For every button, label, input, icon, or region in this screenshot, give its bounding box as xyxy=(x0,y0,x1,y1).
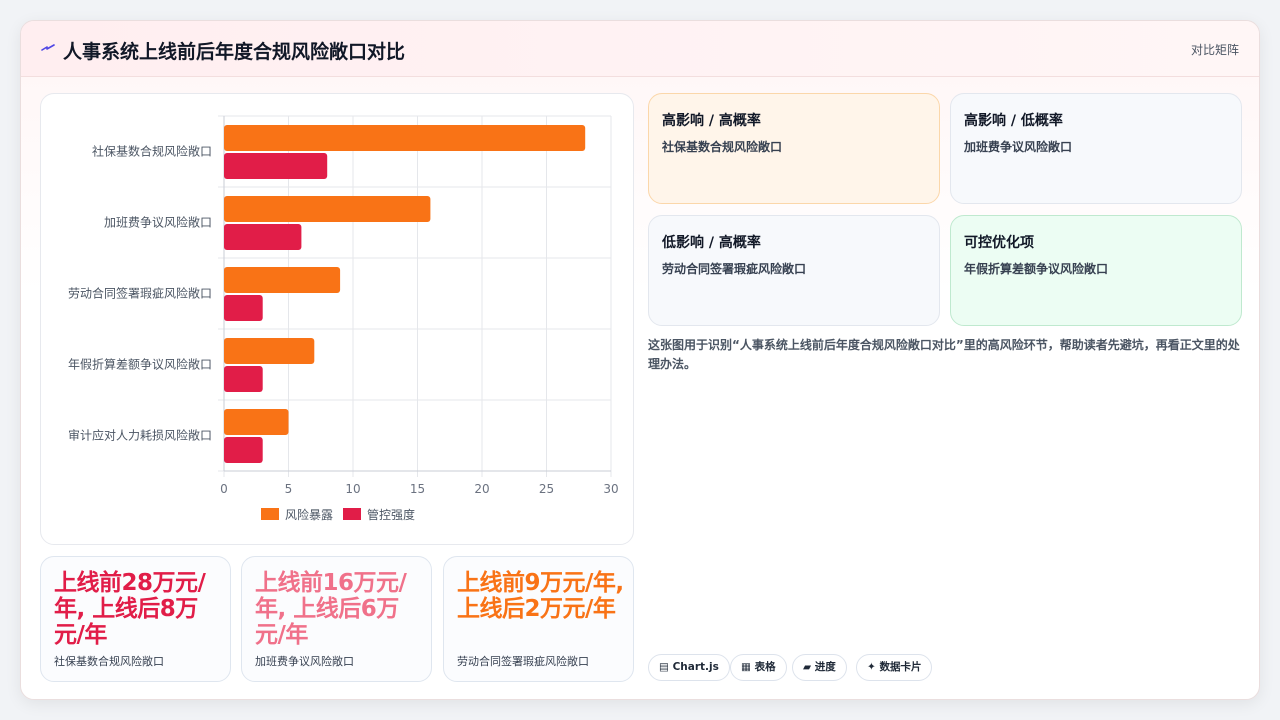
stat-label: 社保基数合规风险敞口 xyxy=(54,655,164,668)
x-tick-label: 5 xyxy=(285,482,293,496)
x-tick-label: 30 xyxy=(603,482,618,496)
page-title: 人事系统上线前后年度合规风险敞口对比 xyxy=(63,41,406,63)
bar-control xyxy=(224,295,263,321)
legend-swatch xyxy=(261,508,279,520)
bar-control xyxy=(224,437,263,463)
category-label: 加班费争议风险敞口 xyxy=(104,215,212,230)
x-tick-label: 0 xyxy=(220,482,228,496)
quadrant-high-impact-high-prob: 高影响 / 高概率 社保基数合规风险敞口 xyxy=(648,93,940,204)
quadrant-title: 可控优化项 xyxy=(964,235,1034,251)
legend-swatch xyxy=(343,508,361,520)
bar-chart: 0 5 10 15 20 25 30 社保基数合规风险敞口加班费争议风险敞口劳动合同签署瑕疵风… xyxy=(68,115,619,522)
x-tick-label: 20 xyxy=(474,482,489,496)
bar-exposure xyxy=(224,338,315,364)
bar-exposure xyxy=(224,267,341,293)
chart-panel: 0 5 10 15 20 25 30 社保基数合规风险敞口加班费争议风险敞口劳动合同签署瑕疵风… xyxy=(40,93,634,545)
bar-exposure xyxy=(224,125,586,151)
category-label: 社保基数合规风险敞口 xyxy=(92,144,212,159)
bar-exposure xyxy=(224,196,431,222)
chart-description: 这张图用于识别“人事系统上线前后年度合规风险敞口对比”里的高风险环节，帮助读者先… xyxy=(648,338,1240,371)
quadrant-item: 社保基数合规风险敞口 xyxy=(662,140,783,154)
quadrant-controllable: 可控优化项 年假折算差额争议风险敞口 xyxy=(950,215,1242,326)
progress-icon: ▰ xyxy=(803,661,812,673)
chart-icon: ▤ xyxy=(659,661,669,673)
quadrant-low-impact-high-prob: 低影响 / 高概率 劳动合同签署瑕疵风险敞口 xyxy=(648,215,940,326)
stat-label: 加班费争议风险敞口 xyxy=(255,655,354,668)
legend-label: 管控强度 xyxy=(367,507,415,522)
lightning-icon xyxy=(41,44,55,51)
matrix-link[interactable]: 对比矩阵 xyxy=(1191,41,1239,58)
quadrant-title: 高影响 / 高概率 xyxy=(662,113,761,129)
x-tick-label: 10 xyxy=(345,482,360,496)
stat-card-3: 上线前9万元/年, 上线后2万元/年 劳动合同签署瑕疵风险敞口 xyxy=(443,556,634,682)
tag-label: 数据卡片 xyxy=(879,661,922,673)
stat-value: 上线前9万元/年, 上线后2万元/年 xyxy=(457,570,624,622)
tag-label: 进度 xyxy=(814,661,836,673)
tag-label: Chart.js xyxy=(672,661,719,673)
legend-label: 风险暴露 xyxy=(285,507,333,522)
bar-control xyxy=(224,366,263,392)
quadrant-title: 低影响 / 高概率 xyxy=(662,235,761,251)
quadrant-item: 劳动合同签署瑕疵风险敞口 xyxy=(662,262,807,276)
quadrant-item: 加班费争议风险敞口 xyxy=(964,140,1073,154)
tag-label: 表格 xyxy=(754,661,776,673)
header: 人事系统上线前后年度合规风险敞口对比 对比矩阵 xyxy=(21,21,1259,77)
stat-card-1: 上线前28万元/年, 上线后8万元/年 社保基数合规风险敞口 xyxy=(40,556,231,682)
stat-card-2: 上线前16万元/年, 上线后6万元/年 加班费争议风险敞口 xyxy=(241,556,432,682)
stat-label: 劳动合同签署瑕疵风险敞口 xyxy=(457,655,589,668)
quadrant-high-impact-low-prob: 高影响 / 低概率 加班费争议风险敞口 xyxy=(950,93,1242,204)
quadrant-title: 高影响 / 低概率 xyxy=(964,113,1063,129)
sparkle-icon: ✦ xyxy=(867,661,876,673)
quadrant-item: 年假折算差额争议风险敞口 xyxy=(964,262,1109,276)
category-label: 劳动合同签署瑕疵风险敞口 xyxy=(68,286,212,301)
stat-value: 上线前16万元/年, 上线后6万元/年 xyxy=(255,570,407,648)
bar-exposure xyxy=(224,409,289,435)
category-label: 审计应对人力耗损风险敞口 xyxy=(68,428,212,443)
x-tick-label: 25 xyxy=(539,482,554,496)
tag-data-card[interactable]: ✦ 数据卡片 xyxy=(856,654,933,681)
tag-chartjs[interactable]: ▤ Chart.js xyxy=(648,654,730,681)
tag-table[interactable]: ▦ 表格 xyxy=(730,654,787,681)
tag-progress[interactable]: ▰ 进度 xyxy=(792,654,847,681)
x-tick-label: 15 xyxy=(410,482,425,496)
stat-value: 上线前28万元/年, 上线后8万元/年 xyxy=(54,570,206,648)
bar-control xyxy=(224,153,328,179)
table-icon: ▦ xyxy=(741,661,751,673)
main-card: 人事系统上线前后年度合规风险敞口对比 对比矩阵 0 5 10 15 20 25 30 社保基数… xyxy=(20,20,1260,700)
category-label: 年假折算差额争议风险敞口 xyxy=(68,357,212,372)
bar-control xyxy=(224,224,302,250)
